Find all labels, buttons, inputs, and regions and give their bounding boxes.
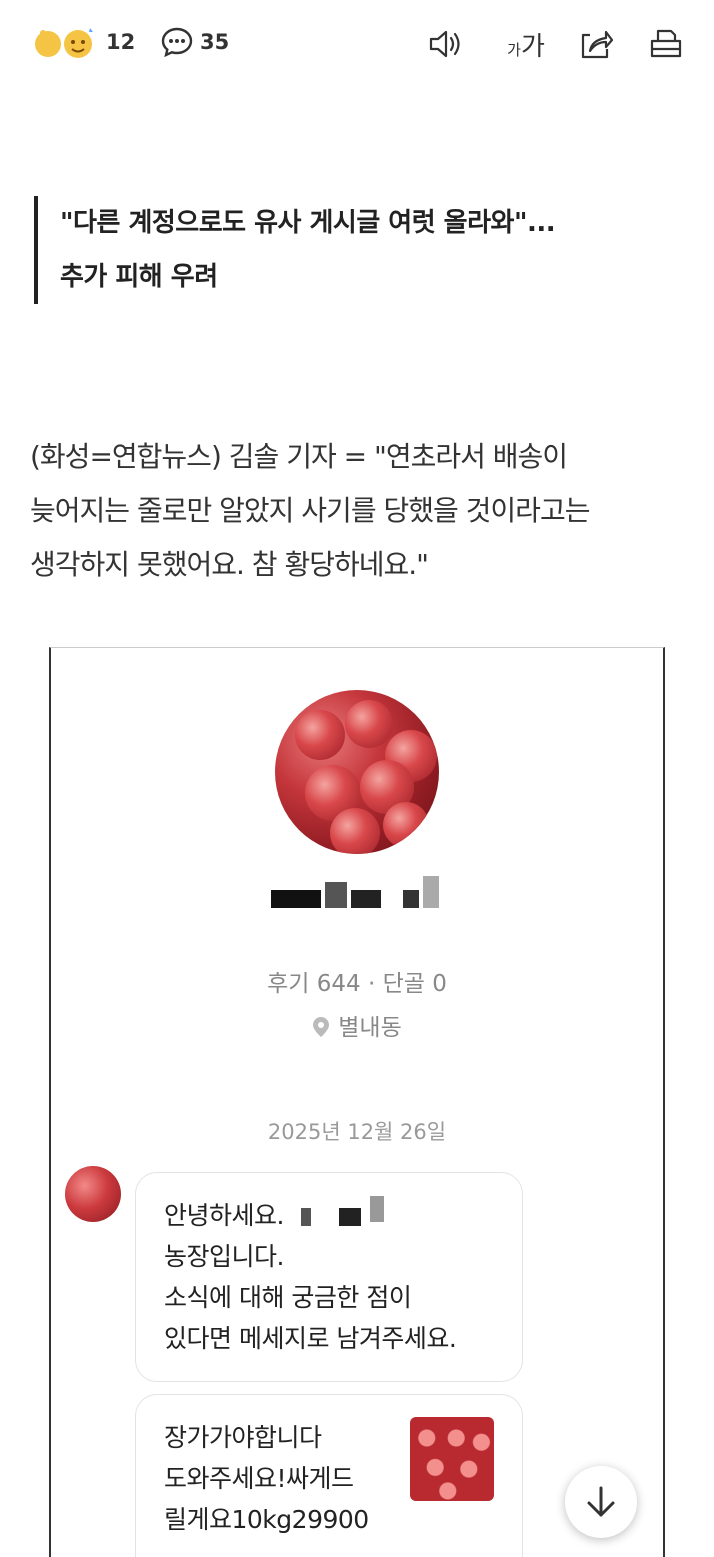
- font-size-button[interactable]: 가 가: [502, 24, 550, 64]
- redaction-block: [403, 890, 419, 908]
- comments-count: 35: [200, 30, 230, 54]
- chat-message-bubble: 안녕하세요. 농장입니다. 소식에 대해 궁금한 점이 있다면 메세지로 남겨주…: [135, 1172, 523, 1382]
- reaction-button[interactable]: 12: [30, 22, 135, 62]
- thumbs-up-emoji-icon: [35, 28, 93, 58]
- subheading-line: "다른 계정으로도 유사 게시글 여럿 올라와"...: [60, 208, 556, 238]
- redaction-block: [271, 890, 321, 908]
- apple-graphic: [383, 802, 429, 848]
- chat-date-separator: 2025년 12월 26일: [267, 1120, 447, 1144]
- article-subheading: "다른 계정으로도 유사 게시글 여럿 올라와"... 추가 피해 우려: [34, 196, 674, 304]
- message-line: 농장입니다.: [164, 1242, 284, 1271]
- seller-name-redacted: [271, 876, 443, 912]
- redaction-block: [423, 876, 439, 908]
- message-line: 릴게요10kg29900: [164, 1505, 369, 1534]
- scroll-to-bottom-button[interactable]: [565, 1466, 637, 1538]
- embedded-chat-screenshot: 후기 644 · 단골 0 별내동 2025년 12월 26일 안녕하세요. 농…: [49, 647, 665, 1557]
- message-line: 있다면 메세지로 남겨주세요.: [164, 1324, 457, 1353]
- font-size-large-label: 가: [520, 31, 545, 62]
- likes-count: 12: [106, 30, 136, 54]
- print-icon: [650, 29, 682, 58]
- message-line: 소식에 대해 궁금한 점이: [164, 1283, 412, 1312]
- apple-graphic: [330, 808, 380, 854]
- subheading-line: 추가 피해 우려: [60, 262, 218, 292]
- comment-icon: [161, 27, 193, 58]
- seller-profile-avatar: [275, 690, 439, 854]
- share-icon: [581, 30, 614, 59]
- share-button[interactable]: [576, 24, 616, 64]
- lead-line: 늦어지는 줄로만 알았지 사기를 당했을 것이라고는: [30, 494, 590, 527]
- listen-button[interactable]: [426, 24, 466, 64]
- font-size-icon: 가 가: [507, 26, 545, 63]
- seller-chat-avatar: [65, 1166, 121, 1222]
- redaction-block: [338, 1208, 361, 1226]
- apple-graphic: [345, 700, 393, 748]
- font-size-small-label: 가: [507, 40, 521, 59]
- location-pin-icon: [313, 1017, 330, 1037]
- apple-graphic: [295, 710, 345, 760]
- article-toolbar: 12 35 가 가: [0, 0, 714, 90]
- message-line: 안녕하세요.: [164, 1195, 522, 1236]
- speaker-icon: [429, 30, 460, 58]
- seller-stats: 후기 644 · 단골 0: [267, 971, 447, 997]
- print-button[interactable]: [646, 24, 686, 64]
- redaction-block: [325, 882, 347, 908]
- seller-location: 별내동: [51, 1008, 663, 1042]
- lead-line: 생각하지 못했어요. 참 황당하네요.": [30, 548, 429, 581]
- arrow-down-icon: [587, 1486, 615, 1517]
- article-lead-paragraph: (화성=연합뉴스) 김솔 기자 = "연초라서 배송이 늦어지는 줄로만 알았지…: [30, 430, 690, 592]
- apple-product-thumbnail[interactable]: [410, 1417, 494, 1501]
- redaction-block: [301, 1208, 312, 1226]
- chat-message-text: 안녕하세요. 농장입니다. 소식에 대해 궁금한 점이 있다면 메세지로 남겨주…: [164, 1195, 522, 1359]
- location-label: 별내동: [338, 1015, 402, 1041]
- redaction-block: [385, 890, 399, 908]
- chat-message-bubble: 장가가야합니다 도와주세요!싸게드 릴게요10kg29900: [135, 1394, 523, 1557]
- redaction-block: [351, 890, 381, 908]
- redaction-block: [370, 1196, 385, 1222]
- message-line-text: 안녕하세요.: [164, 1201, 284, 1230]
- lead-line: (화성=연합뉴스) 김솔 기자 = "연초라서 배송이: [30, 440, 568, 473]
- comments-button[interactable]: 35: [160, 22, 229, 62]
